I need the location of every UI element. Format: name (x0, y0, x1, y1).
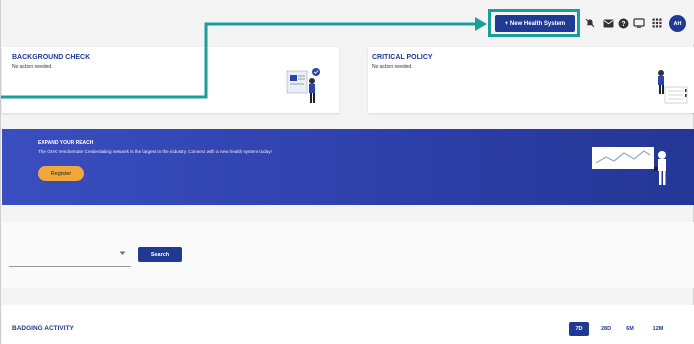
app-frame: + New Health System ? AH BACKGROUND CHEC… (0, 0, 694, 344)
callout-arrow (1, 17, 487, 99)
